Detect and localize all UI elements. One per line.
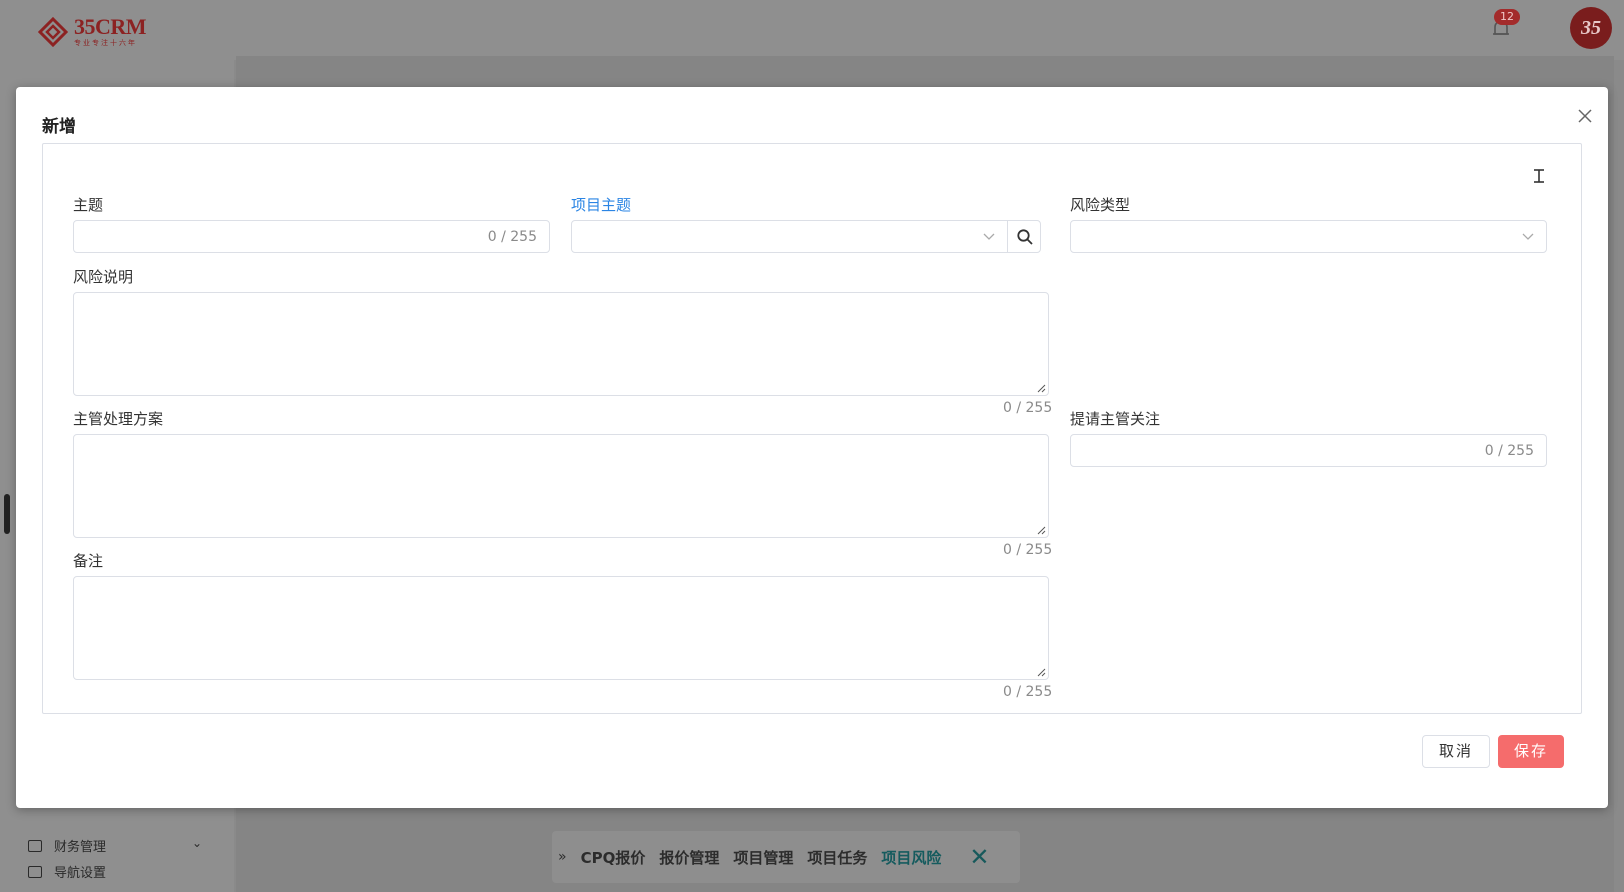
collapse-icon[interactable] bbox=[1531, 168, 1547, 184]
add-dialog: 新增 主题 0 / 255 项目主题 风险类型 风险说明 0 / 255 主管处… bbox=[16, 87, 1608, 808]
finance-icon bbox=[28, 839, 42, 852]
risk-description-counter: 0 / 255 bbox=[1003, 400, 1053, 416]
sidebar-item-navigation[interactable]: 导航设置 bbox=[28, 862, 106, 881]
tab-quote-management[interactable]: 报价管理 bbox=[659, 847, 719, 868]
dialog-title: 新增 bbox=[42, 117, 76, 137]
remarks-label: 备注 bbox=[73, 552, 104, 570]
save-button[interactable]: 保存 bbox=[1498, 735, 1564, 768]
sidebar-collapse-handle[interactable] bbox=[4, 494, 10, 534]
avatar[interactable]: 35 bbox=[1570, 7, 1612, 49]
bottom-tab-bar: » CPQ报价 报价管理 项目管理 项目任务 项目风险 ✕ bbox=[552, 831, 1020, 883]
request-attention-input[interactable]: 0 / 255 bbox=[1070, 434, 1547, 467]
double-chevron-icon[interactable]: » bbox=[558, 849, 567, 865]
sidebar-item-label: 财务管理 bbox=[54, 840, 107, 855]
remarks-textarea[interactable] bbox=[73, 576, 1049, 680]
chevron-down-icon: ⌄ bbox=[192, 836, 203, 850]
supervisor-plan-counter: 0 / 255 bbox=[1003, 542, 1053, 558]
cancel-button[interactable]: 取消 bbox=[1422, 735, 1490, 768]
risk-type-select[interactable] bbox=[1070, 220, 1547, 253]
tab-project-task[interactable]: 项目任务 bbox=[807, 847, 867, 868]
subject-input[interactable]: 0 / 255 bbox=[73, 220, 550, 253]
tab-project-management[interactable]: 项目管理 bbox=[733, 847, 793, 868]
project-subject-label[interactable]: 项目主题 bbox=[571, 194, 631, 215]
chevron-down-icon bbox=[983, 233, 995, 240]
form-panel: 主题 0 / 255 项目主题 风险类型 风险说明 0 / 255 主管处理方案… bbox=[42, 143, 1582, 714]
resize-grip-icon[interactable] bbox=[1037, 384, 1046, 393]
close-icon[interactable]: ✕ bbox=[969, 843, 989, 871]
supervisor-plan-label: 主管处理方案 bbox=[73, 410, 164, 428]
sidebar-item-label: 导航设置 bbox=[54, 866, 107, 881]
tab-project-risk[interactable]: 项目风险 bbox=[881, 847, 941, 868]
subject-counter: 0 / 255 bbox=[487, 229, 537, 245]
request-attention-label: 提请主管关注 bbox=[1070, 410, 1161, 428]
resize-grip-icon[interactable] bbox=[1037, 526, 1046, 535]
logo-text: 35CRM bbox=[74, 14, 147, 39]
logo-subtitle: 专业专注十六年 bbox=[74, 39, 137, 47]
search-icon bbox=[1017, 229, 1033, 245]
navigation-icon bbox=[28, 865, 42, 878]
logo[interactable]: 35CRM 专业专注十六年 bbox=[38, 14, 147, 48]
logo-mark-icon bbox=[38, 17, 68, 47]
chevron-down-icon bbox=[1522, 233, 1534, 240]
sidebar-item-finance[interactable]: 财务管理 ⌄ bbox=[28, 836, 202, 855]
subject-label: 主题 bbox=[73, 196, 104, 214]
close-icon[interactable] bbox=[1576, 107, 1594, 125]
request-attention-counter: 0 / 255 bbox=[1484, 443, 1534, 459]
resize-grip-icon[interactable] bbox=[1037, 668, 1046, 677]
project-subject-search-button[interactable] bbox=[1007, 220, 1041, 253]
app-header: 35CRM 专业专注十六年 12 35 bbox=[0, 0, 1624, 60]
project-subject-select[interactable] bbox=[571, 220, 1008, 253]
notification-badge: 12 bbox=[1494, 9, 1520, 25]
risk-type-label: 风险类型 bbox=[1070, 196, 1131, 214]
risk-description-textarea[interactable] bbox=[73, 292, 1049, 396]
remarks-counter: 0 / 255 bbox=[1003, 684, 1053, 700]
risk-description-label: 风险说明 bbox=[73, 268, 134, 286]
supervisor-plan-textarea[interactable] bbox=[73, 434, 1049, 538]
tab-cpq-quote[interactable]: CPQ报价 bbox=[581, 847, 646, 868]
